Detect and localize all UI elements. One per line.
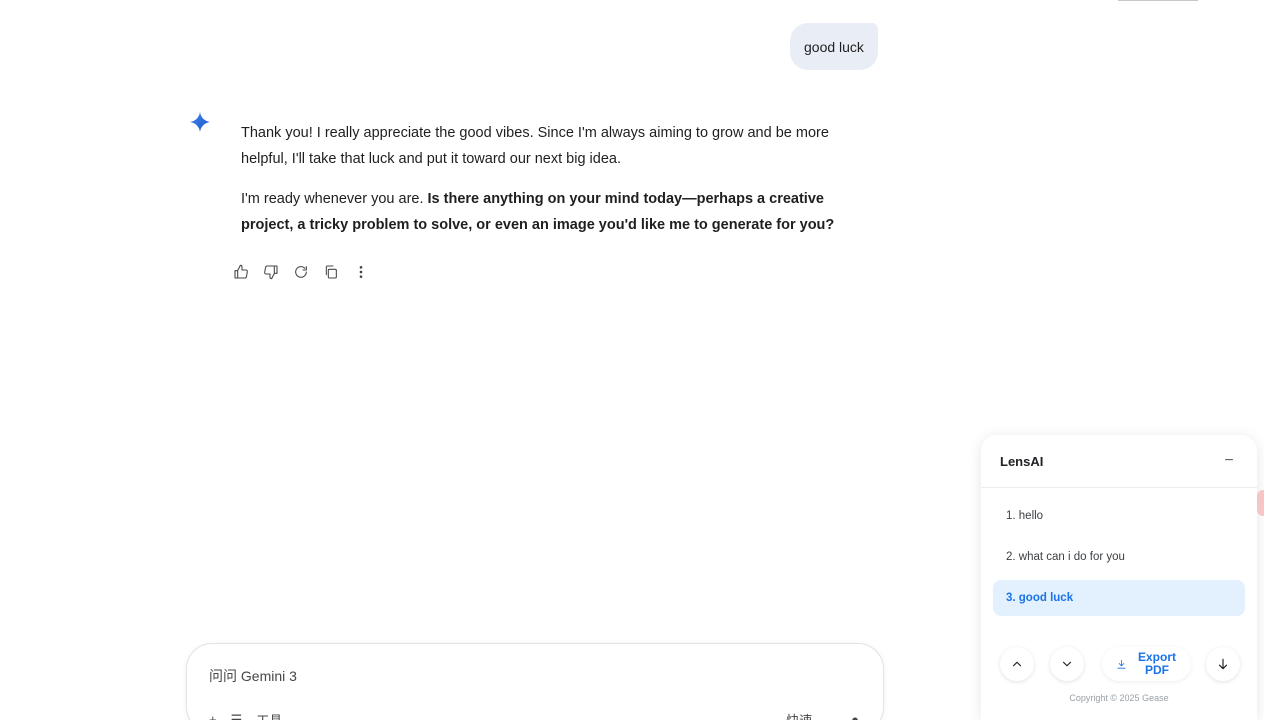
- gemini-sparkle-icon: [189, 111, 211, 133]
- top-divider: [1118, 0, 1198, 1]
- lensai-question-list: 1. hello 2. what can i do for you 3. goo…: [981, 488, 1257, 616]
- chevron-down-icon[interactable]: ⌄: [826, 712, 837, 720]
- list-item-label: 2. what can i do for you: [1006, 551, 1125, 563]
- assistant-reply: Thank you! I really appreciate the good …: [241, 120, 871, 252]
- reply-paragraph-1: Thank you! I really appreciate the good …: [241, 125, 829, 167]
- tools-icon[interactable]: ☰: [231, 712, 243, 720]
- lensai-controls: Export PDF: [1000, 646, 1240, 682]
- prompt-input[interactable]: 问问 Gemini 3: [209, 666, 297, 686]
- prompt-input-box[interactable]: 问问 Gemini 3 + ☰ 工具 快速 ⌄ ●: [186, 643, 884, 720]
- lensai-panel: LensAI − 1. hello 2. what can i do for y…: [981, 435, 1257, 720]
- next-button[interactable]: [1050, 647, 1084, 681]
- user-message-bubble: good luck: [790, 23, 878, 70]
- lensai-title: LensAI: [1000, 453, 1044, 469]
- list-item-label: 1. hello: [1006, 510, 1044, 522]
- input-toolbar: + ☰ 工具: [209, 710, 282, 720]
- scroll-down-button[interactable]: [1206, 647, 1240, 681]
- arrow-down-icon: [1218, 658, 1228, 670]
- list-item-active[interactable]: 3. good luck: [993, 580, 1245, 616]
- copy-icon[interactable]: [319, 260, 343, 284]
- thumb-down-icon[interactable]: [259, 260, 283, 284]
- export-pdf-label: Export PDF: [1137, 650, 1176, 677]
- list-item[interactable]: 2. what can i do for you: [993, 539, 1245, 575]
- side-tab[interactable]: [1257, 490, 1264, 516]
- minimize-icon[interactable]: −: [1220, 452, 1238, 470]
- chevron-down-icon: [1062, 661, 1072, 667]
- lensai-header: LensAI −: [981, 435, 1257, 488]
- more-vert-icon[interactable]: [349, 260, 373, 284]
- list-item-label: 3. good luck: [1006, 592, 1074, 604]
- response-actions: [229, 260, 373, 284]
- thumb-up-icon[interactable]: [229, 260, 253, 284]
- lensai-copyright: Copyright © 2025 Gease: [1069, 693, 1169, 703]
- tools-label[interactable]: 工具: [256, 710, 282, 720]
- input-right-controls: 快速 ⌄ ●: [786, 710, 859, 720]
- reply-paragraph-2: I'm ready whenever you are. Is there any…: [241, 186, 871, 238]
- previous-button[interactable]: [1000, 647, 1034, 681]
- download-icon: [1117, 659, 1126, 669]
- mic-icon[interactable]: ●: [851, 712, 859, 720]
- reply-paragraph-2-plain: I'm ready whenever you are.: [241, 191, 428, 207]
- export-pdf-button[interactable]: Export PDF: [1102, 647, 1191, 681]
- add-icon[interactable]: +: [209, 712, 217, 720]
- chevron-up-icon: [1012, 661, 1022, 667]
- refresh-icon[interactable]: [289, 260, 313, 284]
- user-message-text: good luck: [804, 38, 864, 55]
- mode-selector[interactable]: 快速: [786, 710, 812, 720]
- list-item[interactable]: 1. hello: [993, 498, 1245, 534]
